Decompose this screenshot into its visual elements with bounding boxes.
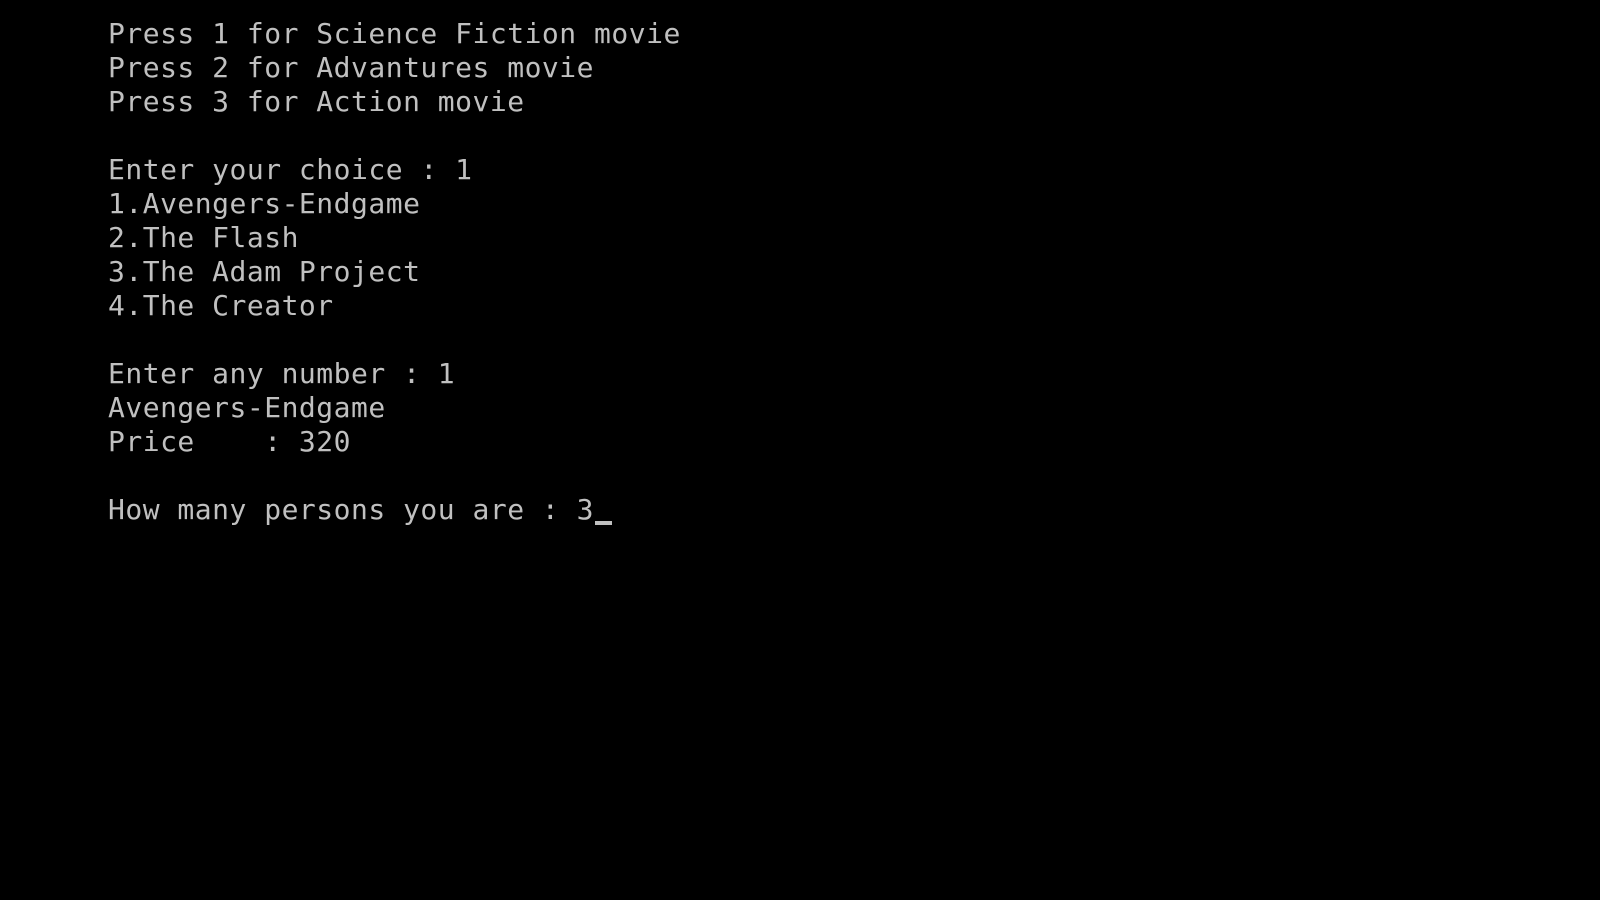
selected-movie: Avengers-Endgame <box>108 391 386 424</box>
price-line: Price : 320 <box>108 425 352 458</box>
console-window[interactable]: Press 1 for Science Fiction movie Press … <box>0 0 1600 900</box>
persons-prompt: How many persons you are : 3 <box>108 493 595 526</box>
menu-line-3: Press 3 for Action movie <box>108 85 525 118</box>
choice-prompt: Enter your choice : 1 <box>108 153 473 186</box>
menu-line-2: Press 2 for Advantures movie <box>108 51 595 84</box>
text-cursor <box>595 521 613 525</box>
persons-input-line[interactable]: How many persons you are : 3 <box>108 493 613 527</box>
movie-option-2: 2.The Flash <box>108 221 299 254</box>
movie-option-1: 1.Avengers-Endgame <box>108 187 421 220</box>
menu-line-1: Press 1 for Science Fiction movie <box>108 17 681 50</box>
movie-option-4: 4.The Creator <box>108 289 334 322</box>
movie-option-3: 3.The Adam Project <box>108 255 421 288</box>
number-prompt: Enter any number : 1 <box>108 357 456 390</box>
